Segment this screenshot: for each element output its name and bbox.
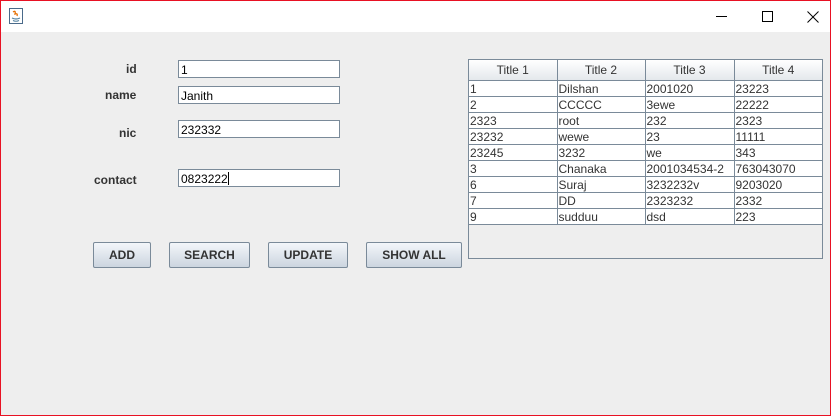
table-row[interactable]: 2323 root 232 2323 (469, 112, 822, 129)
table-cell[interactable]: 223 (734, 208, 822, 225)
column-header[interactable]: Title 4 (734, 60, 822, 81)
table-row[interactable]: 7 DD 2323232 2332 (469, 192, 822, 209)
id-field[interactable]: 1 (178, 60, 340, 78)
nic-label: nic (119, 126, 137, 140)
table-cell[interactable]: root (557, 112, 646, 129)
table-row[interactable]: 9 sudduu dsd 223 (469, 208, 822, 225)
table-cell[interactable]: 2001020 (645, 80, 735, 97)
table-cell[interactable]: 2332 (734, 192, 822, 209)
table-cell[interactable]: DD (557, 192, 646, 209)
table-row[interactable]: 2 CCCCC 3ewe 22222 (469, 96, 822, 113)
table-cell[interactable]: 3232232v (645, 176, 735, 193)
nic-field-value: 232332 (181, 123, 222, 137)
maximize-icon (761, 11, 773, 22)
table-cell[interactable]: 3ewe (645, 96, 735, 113)
minimize-button[interactable] (698, 1, 744, 32)
maximize-button[interactable] (744, 1, 790, 32)
show-all-button[interactable]: SHOW ALL (366, 242, 462, 268)
table-cell[interactable]: 2323 (734, 112, 822, 129)
table-cell[interactable]: 23232 (469, 128, 558, 145)
app-window: id name nic contact 1 Janith 232332 0823… (0, 0, 831, 416)
table-cell[interactable]: 9203020 (734, 176, 822, 193)
column-header[interactable]: Title 2 (557, 60, 646, 81)
update-button[interactable]: UPDATE (268, 242, 348, 268)
table-cell[interactable]: 3232 (557, 144, 646, 161)
text-caret (227, 172, 229, 185)
records-table: Title 1 Title 2 Title 3 Title 4 1 Dilshan… (469, 60, 822, 225)
table-cell[interactable]: wewe (557, 128, 646, 145)
id-label: id (126, 62, 137, 76)
table-cell[interactable]: sudduu (557, 208, 646, 225)
table-cell[interactable]: 343 (734, 144, 822, 161)
name-field[interactable]: Janith (178, 86, 340, 104)
close-icon (807, 10, 819, 23)
table-cell[interactable]: 23223 (734, 80, 822, 97)
table-cell[interactable]: CCCCC (557, 96, 646, 113)
title-bar (1, 1, 830, 32)
table-row[interactable]: 6 Suraj 3232232v 9203020 (469, 176, 822, 193)
java-app-icon (9, 8, 23, 24)
column-header[interactable]: Title 3 (645, 60, 735, 81)
table-cell[interactable]: 763043070 (734, 160, 822, 177)
contact-label: contact (94, 173, 137, 187)
add-button[interactable]: ADD (93, 242, 151, 268)
table-cell[interactable]: 2323 (469, 112, 558, 129)
nic-field[interactable]: 232332 (178, 120, 340, 138)
table-cell[interactable]: 23245 (469, 144, 558, 161)
name-label: name (105, 88, 137, 102)
records-table-pane[interactable]: Title 1 Title 2 Title 3 Title 4 1 Dilshan… (468, 59, 823, 259)
table-cell[interactable]: 7 (469, 192, 558, 209)
table-cell[interactable]: Chanaka (557, 160, 646, 177)
contact-field[interactable]: 0823222 (178, 169, 340, 187)
table-cell[interactable]: 23 (645, 128, 735, 145)
table-cell[interactable]: Suraj (557, 176, 646, 193)
table-cell[interactable]: 9 (469, 208, 558, 225)
table-cell[interactable]: 11111 (734, 128, 822, 145)
close-button[interactable] (790, 1, 831, 32)
table-row[interactable]: 23245 3232 we 343 (469, 144, 822, 161)
table-row[interactable]: 3 Chanaka 2001034534-2 763043070 (469, 160, 822, 177)
table-cell[interactable]: 22222 (734, 96, 822, 113)
table-cell[interactable]: 2 (469, 96, 558, 113)
table-cell[interactable]: Dilshan (557, 80, 646, 97)
minimize-icon (715, 16, 727, 17)
column-header[interactable]: Title 1 (469, 60, 558, 81)
id-field-value: 1 (181, 63, 188, 77)
table-cell[interactable]: 232 (645, 112, 735, 129)
table-cell[interactable]: we (645, 144, 735, 161)
table-cell[interactable]: 2001034534-2 (645, 160, 735, 177)
table-cell[interactable]: dsd (645, 208, 735, 225)
name-field-value: Janith (181, 89, 214, 103)
table-row[interactable]: 23232 wewe 23 11111 (469, 128, 822, 145)
table-cell[interactable]: 1 (469, 80, 558, 97)
table-cell[interactable]: 6 (469, 176, 558, 193)
table-row[interactable]: 1 Dilshan 2001020 23223 (469, 80, 822, 97)
table-cell[interactable]: 3 (469, 160, 558, 177)
search-button[interactable]: SEARCH (169, 242, 250, 268)
contact-field-value: 0823222 (181, 172, 228, 186)
table-cell[interactable]: 2323232 (645, 192, 735, 209)
table-header-row: Title 1 Title 2 Title 3 Title 4 (469, 60, 822, 81)
